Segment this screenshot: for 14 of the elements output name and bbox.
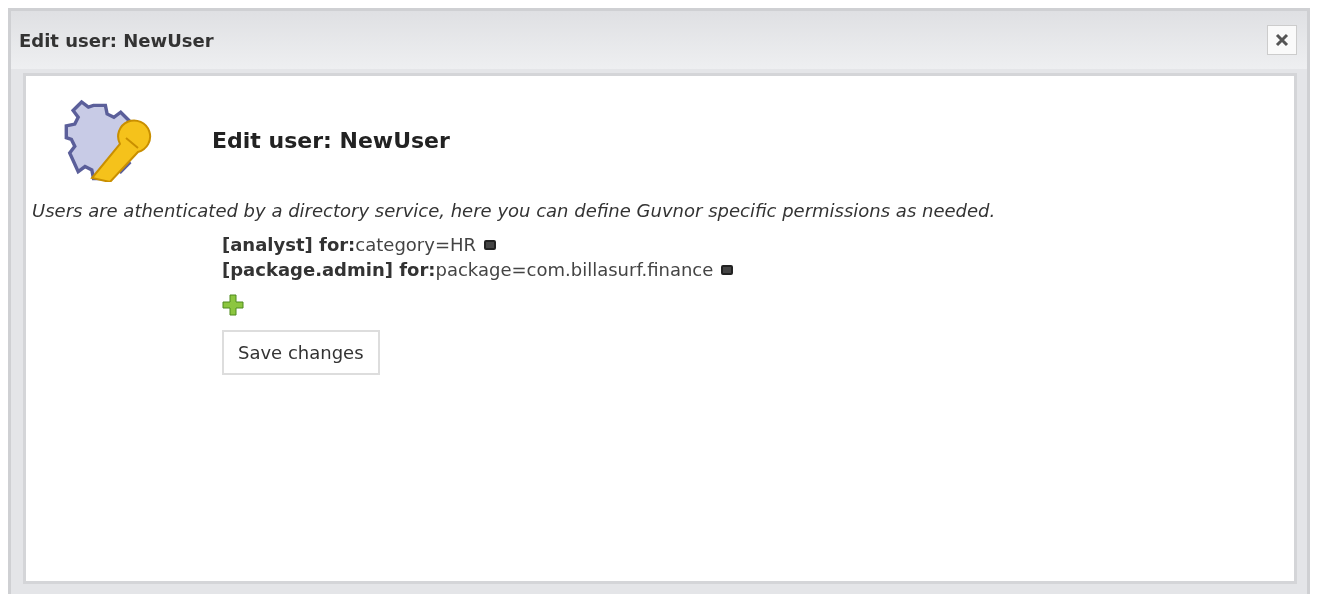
remove-button[interactable] <box>484 239 496 250</box>
close-icon <box>1274 32 1290 48</box>
role-label: [package.admin] for: <box>222 259 436 280</box>
add-icon[interactable] <box>222 294 244 316</box>
scope-text: package=com.billasurf.finance <box>435 259 714 280</box>
window-title: Edit user: NewUser <box>19 29 214 51</box>
close-button[interactable] <box>1267 25 1297 55</box>
gear-wrench-icon <box>62 98 152 182</box>
page-heading: Edit user: NewUser <box>212 127 450 153</box>
remove-button[interactable] <box>721 264 734 275</box>
description-text: Users are athenticated by a directory service, here you can define Guvnor specific permissions as needed. <box>32 199 997 223</box>
scope-text: category=HR <box>355 234 476 255</box>
save-button[interactable]: Save changes <box>222 330 380 375</box>
role-label: [analyst] for: <box>222 234 356 255</box>
